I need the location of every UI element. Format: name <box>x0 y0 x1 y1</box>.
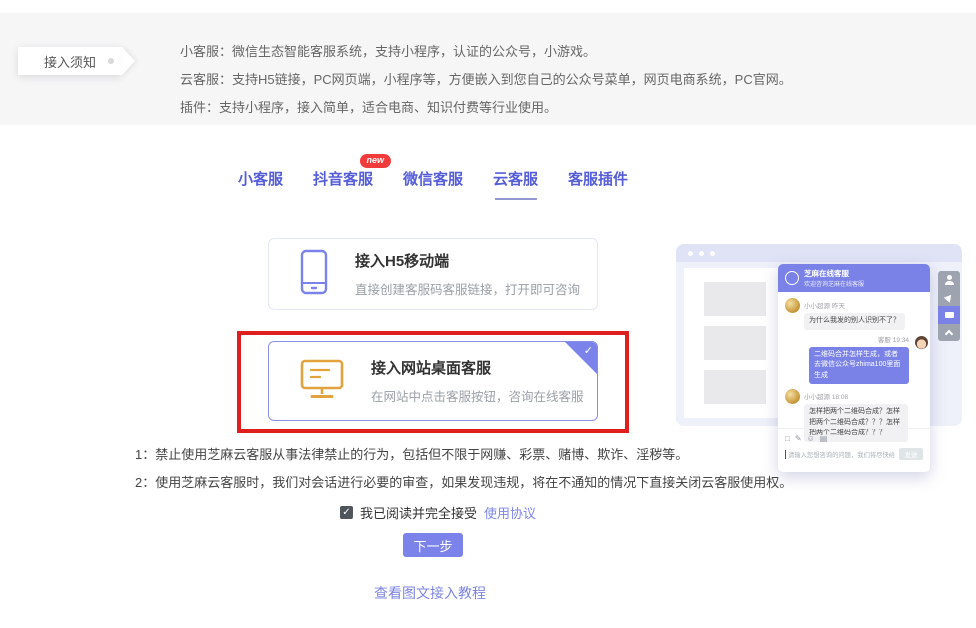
ribbon-arrow-icon <box>122 47 135 75</box>
tab-cloud-kefu[interactable]: 云客服 <box>493 168 538 200</box>
placeholder-block <box>704 326 766 360</box>
notice-band: 接入须知 小客服：微信生态智能客服系统，支持小程序，认证的公众号，小游戏。 云客… <box>0 13 976 125</box>
message-time: 18:08 <box>832 394 848 401</box>
message-bubble: 为什么我发的别人识别不了？ <box>804 313 905 330</box>
send-button: 发送 <box>899 448 923 460</box>
agent-tool-cell <box>938 271 960 289</box>
agreement-text: 我已阅读并完全接受 <box>360 503 477 522</box>
chat-title: 芝麻在线客服 <box>804 268 864 279</box>
reply-time: 19:34 <box>893 337 909 344</box>
chat-input-placeholder: 请输入您想咨询的问题，我们将尽快给您回复 <box>785 450 895 459</box>
option-card-h5-mobile[interactable]: 接入H5移动端 直接创建客服码客服链接，打开即可咨询 <box>268 238 598 310</box>
image-icon: ▤ <box>820 434 828 443</box>
agent-reply-bubble: 二维码合并怎样生成，或者去微信公众号zhima100里面生成 <box>809 347 909 385</box>
monitor-icon <box>299 358 345 405</box>
message-icon <box>945 312 954 318</box>
chat-header: 芝麻在线客服 欢迎咨询芝麻在线客服 <box>778 264 930 292</box>
channel-tabs: 小客服 抖音客服 new 微信客服 云客服 客服插件 <box>238 168 628 200</box>
reply-label: 客服 <box>878 337 891 344</box>
message-time: 昨天 <box>832 303 845 310</box>
agreement-checkbox[interactable]: ✓ <box>340 506 353 519</box>
folder-icon: □ <box>785 434 790 443</box>
card-title: 接入网站桌面客服 <box>371 357 584 378</box>
notice-line: 小客服：微信生态智能客服系统，支持小程序，认证的公众号，小游戏。 <box>180 38 792 66</box>
reply-meta: 客服 19:34 <box>785 334 909 344</box>
preview-side-toolbar <box>938 271 960 341</box>
tab-mini-kefu[interactable]: 小客服 <box>238 168 283 200</box>
next-step-button[interactable]: 下一步 <box>403 533 463 557</box>
sender-name: 小小超源 <box>804 394 830 401</box>
chat-subtitle: 欢迎咨询芝麻在线客服 <box>804 279 864 288</box>
check-icon: ✓ <box>584 344 593 357</box>
edit-icon: ✎ <box>795 434 802 443</box>
option-card-website-desktop[interactable]: 接入网站桌面客服 在网站中点击客服按钮，咨询在线客服 ✓ <box>268 341 598 421</box>
chevron-up-icon <box>945 330 953 338</box>
user-avatar <box>785 298 800 313</box>
phone-icon <box>299 249 329 300</box>
new-badge: new <box>359 154 391 168</box>
notice-ribbon: 接入须知 <box>18 47 122 75</box>
person-icon <box>947 275 952 280</box>
tab-label: 抖音客服 <box>313 171 373 188</box>
emoji-icon: ☺ <box>807 434 815 443</box>
message-content: 小小超源 昨天 为什么我发的别人识别不了？ <box>804 298 905 330</box>
agent-avatar <box>915 336 928 349</box>
window-dot-icon <box>699 251 704 256</box>
message-tool-cell <box>938 306 960 324</box>
page: 接入须知 小客服：微信生态智能客服系统，支持小程序，认证的公众号，小游戏。 云客… <box>0 0 976 628</box>
card-subtitle: 在网站中点击客服按钮，咨询在线客服 <box>371 386 584 405</box>
notice-ribbon-label: 接入须知 <box>44 52 96 71</box>
ribbon-dot-icon <box>108 58 114 64</box>
site-content-panel <box>684 268 786 418</box>
chat-input-area: □ ✎ ☺ ▤ 请输入您想咨询的问题，我们将尽快给您回复 发送 <box>778 428 930 472</box>
notice-line: 插件：支持小程序，接入简单，适合电商、知识付费等行业使用。 <box>180 94 792 122</box>
card-texts: 接入网站桌面客服 在网站中点击客服按钮，咨询在线客服 <box>371 357 584 405</box>
card-texts: 接入H5移动端 直接创建客服码客服链接，打开即可咨询 <box>355 250 580 298</box>
card-subtitle: 直接创建客服码客服链接，打开即可咨询 <box>355 279 580 298</box>
chat-body: 小小超源 昨天 为什么我发的别人识别不了？ 客服 19:34 二维码合并怎样生成… <box>778 292 930 442</box>
browser-titlebar <box>676 244 962 262</box>
tab-douyin-kefu[interactable]: 抖音客服 new <box>313 168 373 200</box>
placeholder-block <box>704 370 766 404</box>
tab-wechat-kefu[interactable]: 微信客服 <box>403 168 463 200</box>
rule-note: 1：禁止使用芝麻云客服从事法律禁止的行为，包括但不限于网赚、彩票、赌博、欺诈、淫… <box>135 444 688 463</box>
rule-note: 2：使用芝麻云客服时，我们对会话进行必要的审查，如果发现违规，将在不通知的情况下… <box>135 472 792 491</box>
window-dot-icon <box>710 251 715 256</box>
collapse-tool-cell <box>938 324 960 342</box>
card-title: 接入H5移动端 <box>355 250 580 271</box>
message-meta: 小小超源 18:08 <box>804 391 908 401</box>
tutorial-link[interactable]: 查看图文接入教程 <box>374 583 486 603</box>
chat-header-texts: 芝麻在线客服 欢迎咨询芝麻在线客服 <box>804 268 864 288</box>
user-avatar <box>785 389 800 404</box>
share-tool-cell <box>938 289 960 307</box>
placeholder-block <box>704 282 766 316</box>
chat-toolbar-icons: □ ✎ ☺ ▤ <box>785 434 923 443</box>
person-icon <box>945 281 954 285</box>
window-dot-icon <box>688 251 693 256</box>
sender-name: 小小超源 <box>804 303 830 310</box>
chat-input-row: 请输入您想咨询的问题，我们将尽快给您回复 发送 <box>785 448 923 460</box>
terms-link[interactable]: 使用协议 <box>484 503 536 522</box>
paper-plane-icon <box>944 292 955 303</box>
chat-message-left: 小小超源 昨天 为什么我发的别人识别不了？ <box>785 298 923 330</box>
agreement-row: ✓ 我已阅读并完全接受 使用协议 <box>340 503 536 522</box>
notice-lines: 小客服：微信生态智能客服系统，支持小程序，认证的公众号，小游戏。 云客服：支持H… <box>180 38 792 122</box>
preview-chat-widget: 芝麻在线客服 欢迎咨询芝麻在线客服 小小超源 昨天 为什么我发的别人识别不了？ … <box>778 264 930 472</box>
message-meta: 小小超源 昨天 <box>804 300 905 310</box>
tab-kefu-plugin[interactable]: 客服插件 <box>568 168 628 200</box>
chat-logo-icon <box>785 271 799 285</box>
notice-line: 云客服：支持H5链接，PC网页端，小程序等，方便嵌入到您自己的公众号菜单，网页电… <box>180 66 792 94</box>
